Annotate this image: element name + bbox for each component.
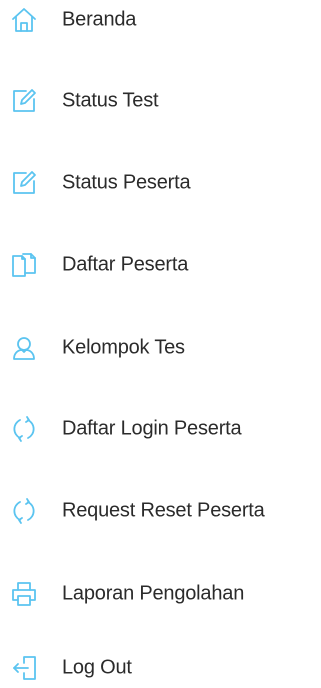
sidebar-item-daftar-peserta[interactable]: Daftar Peserta <box>0 245 321 285</box>
sidebar-item-label: Laporan Pengolahan <box>62 582 245 605</box>
sidebar-item-status-peserta[interactable]: Status Peserta <box>0 163 321 203</box>
printer-icon <box>9 579 39 609</box>
sidebar-item-status-test[interactable]: Status Test <box>0 81 321 121</box>
sidebar-item-log-out[interactable]: Log Out <box>0 648 321 688</box>
sidebar-item-label: Daftar Login Peserta <box>62 417 242 440</box>
sidebar-item-label: Status Peserta <box>62 171 191 194</box>
refresh-icon <box>9 496 39 526</box>
sidebar-item-kelompok-tes[interactable]: Kelompok Tes <box>0 328 321 368</box>
documents-icon <box>9 250 39 280</box>
sidebar-item-label: Status Test <box>62 89 159 112</box>
sidebar-menu: Beranda Status Test Status Peserta Dafta… <box>0 0 321 685</box>
logout-icon <box>9 653 39 683</box>
sidebar-item-beranda[interactable]: Beranda <box>0 0 321 40</box>
edit-icon <box>9 168 39 198</box>
sidebar-item-label: Daftar Peserta <box>62 253 189 276</box>
edit-icon <box>9 86 39 116</box>
home-icon <box>9 5 39 35</box>
sidebar-item-label: Beranda <box>62 8 137 31</box>
sidebar-item-label: Request Reset Peserta <box>62 499 265 522</box>
refresh-icon <box>9 414 39 444</box>
sidebar-item-request-reset-peserta[interactable]: Request Reset Peserta <box>0 491 321 531</box>
sidebar-item-label: Kelompok Tes <box>62 336 185 359</box>
sidebar-item-laporan-pengolahan[interactable]: Laporan Pengolahan <box>0 574 321 614</box>
sidebar-item-label: Log Out <box>62 656 132 679</box>
sidebar-item-daftar-login-peserta[interactable]: Daftar Login Peserta <box>0 409 321 449</box>
user-icon <box>9 333 39 363</box>
